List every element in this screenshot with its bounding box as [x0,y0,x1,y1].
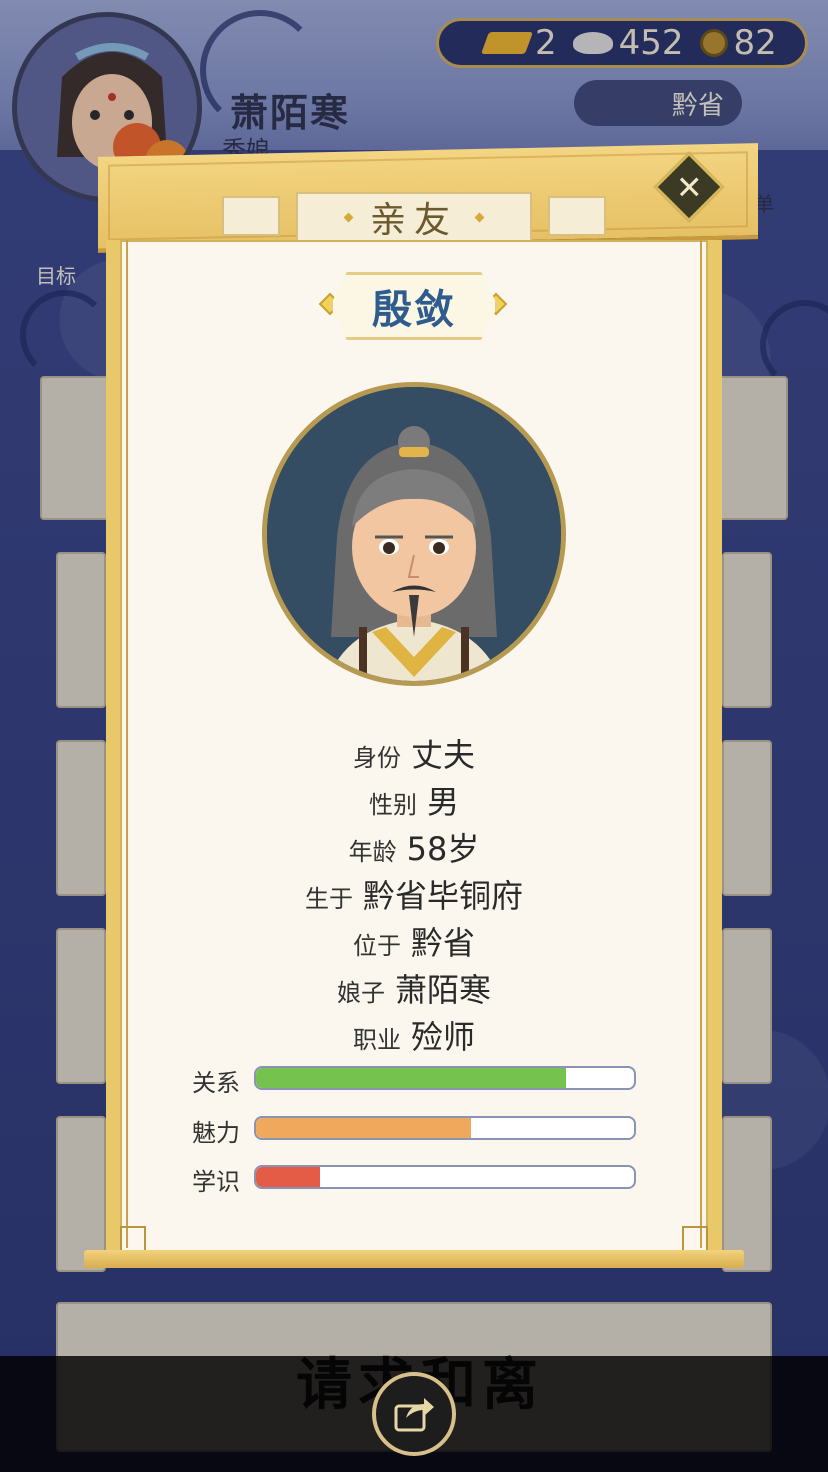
info-row-gender: 性别男 [0,777,828,823]
stat-fill [256,1068,566,1088]
stat-bar-charm [254,1116,636,1140]
info-label: 生于 [304,885,353,913]
stat-label-charm: 魅力 [192,1119,240,1147]
info-row-age: 年龄 58岁 [0,824,828,870]
info-value: 殓师 [410,1018,475,1056]
info-row-occupation: 职业 殓师 [0,1012,828,1058]
modal-scroll-bottom [84,1250,744,1268]
info-label: 年龄 [348,838,397,866]
info-row-wife: 娘子 萧陌寒 [0,965,828,1011]
info-value: 黔省 [410,924,475,962]
stat-label-relationship: 关系 [192,1069,240,1097]
stat-bar-knowledge [254,1165,636,1189]
info-value: 黔省毕铜府 [362,877,523,915]
share-icon [394,1398,434,1432]
info-label: 位于 [352,932,401,960]
info-label: 性别 [368,791,417,819]
title-ornament [474,212,485,222]
stat-fill [256,1118,472,1138]
title-ornament [343,212,354,222]
modal-title: 亲友 [369,200,458,241]
info-row-birthplace: 生于 黔省毕铜府 [0,871,828,917]
portrait-icon [267,387,561,681]
share-button[interactable] [372,1372,456,1456]
info-value: 男 [426,783,459,821]
modal-title-plate: 亲友 [296,192,532,242]
stat-label-knowledge: 学识 [192,1168,240,1196]
info-label: 职业 [352,1026,401,1054]
info-label: 娘子 [336,979,385,1007]
info-value: 萧陌寒 [394,971,491,1009]
info-label: 身份 [352,744,401,772]
stat-fill [256,1167,321,1187]
person-name-plate: 殷敛 [330,272,498,340]
corner-ornament [682,1226,708,1252]
close-icon: ✕ [675,168,703,206]
header-side-plate [222,196,280,236]
info-value: 58岁 [406,830,480,868]
info-row-identity: 身份 丈夫 [0,730,828,776]
corner-ornament [120,1226,146,1252]
person-name: 殷敛 [372,287,456,333]
stat-bar-relationship [254,1066,636,1090]
person-portrait [262,382,566,686]
header-side-plate [548,196,606,236]
info-value: 丈夫 [410,736,475,774]
info-row-location: 位于 黔省 [0,918,828,964]
